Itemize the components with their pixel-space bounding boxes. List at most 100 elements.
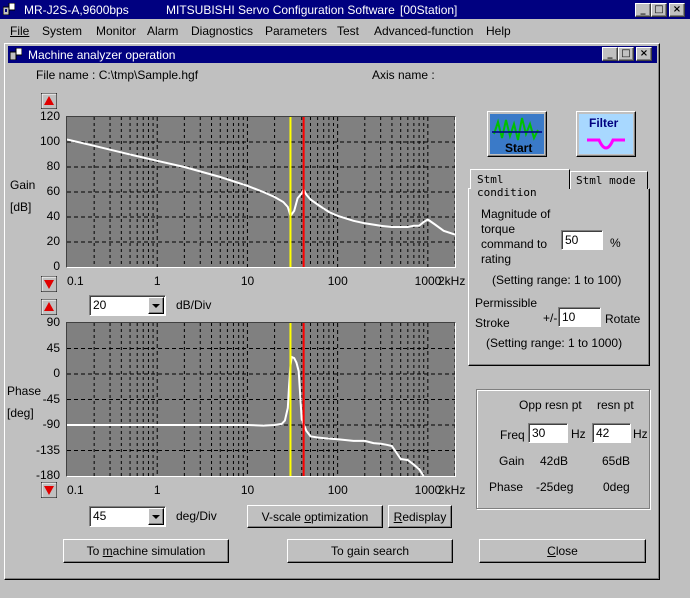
close-icon: × <box>672 4 682 15</box>
main-title-bar[interactable]: MR-J2S-A,9600bps MITSUBISHI Servo Config… <box>0 0 690 19</box>
magnitude-unit: % <box>610 236 621 250</box>
menu-help[interactable]: Help <box>486 24 511 38</box>
menu-monitor[interactable]: Monitor <box>96 24 136 38</box>
x-tick-label: 1 <box>153 274 161 288</box>
data-curve <box>67 355 425 476</box>
phase-chart-svg <box>67 323 455 476</box>
y-tick-label: -45 <box>42 391 60 406</box>
tab-stml-condition[interactable]: Stml condition <box>470 169 570 199</box>
opp-resn-freq-input[interactable]: 30 <box>528 423 568 443</box>
gain-plot[interactable] <box>66 116 456 268</box>
opp-resn-phase: -25deg <box>536 480 574 494</box>
child-close-button[interactable]: × <box>636 47 652 61</box>
x-tick-label: 10 <box>240 274 255 288</box>
title-connection: MR-J2S-A,9600bps <box>24 3 129 17</box>
y-tick-label: 45 <box>46 340 60 355</box>
menu-advanced-function[interactable]: Advanced-function <box>374 24 473 38</box>
y-tick-label: 20 <box>46 234 60 248</box>
menu-bar: File System Monitor Alarm Diagnostics Pa… <box>0 20 690 40</box>
to-gain-search-button[interactable]: To gain search <box>287 539 453 563</box>
resn-phase: 0deg <box>603 480 630 494</box>
minimize-icon: _ <box>640 4 646 15</box>
x-axis-unit: 2kHz <box>438 483 466 497</box>
phase-scale-down-button[interactable] <box>41 482 57 498</box>
child-window-icon <box>10 48 22 60</box>
resn-gain: 65dB <box>602 454 631 468</box>
y-tick-label: 90 <box>46 315 60 329</box>
chevron-down-icon <box>152 515 160 519</box>
child-minimize-button[interactable]: _ <box>602 47 618 61</box>
start-button[interactable]: Start <box>487 111 547 157</box>
resn-freq-input[interactable]: 42 <box>592 423 631 443</box>
y-tick-label: 100 <box>39 134 60 148</box>
magnitude-range: (Setting range: 1 to 100) <box>492 273 622 287</box>
chevron-down-icon <box>152 304 160 308</box>
gain-scale-unit: dB/Div <box>176 298 212 312</box>
menu-file[interactable]: File <box>10 24 29 38</box>
x-tick-label: 0.1 <box>67 483 84 497</box>
stroke-plus-minus: +/- <box>543 311 558 325</box>
y-tick-label: -180 <box>35 468 60 482</box>
redisplay-button[interactable]: Redisplay <box>388 505 452 528</box>
v-scale-optimization-button[interactable]: V-scale optimization <box>247 505 383 528</box>
start-label: Start <box>505 141 533 155</box>
phase-scale-up-button[interactable] <box>41 299 57 315</box>
magnitude-label-4: rating <box>481 252 512 266</box>
x-tick-label: 10 <box>240 483 255 497</box>
phase-plot[interactable] <box>66 322 456 477</box>
stroke-label-2: Stroke <box>475 316 510 330</box>
y-tick-label: 60 <box>46 184 60 198</box>
resn-freq-unit: Hz <box>633 427 648 441</box>
phase-scale-unit: deg/Div <box>176 509 217 523</box>
x-tick-label: 1 <box>153 483 161 497</box>
minimize-button[interactable]: _ <box>635 3 651 17</box>
magnitude-input[interactable]: 50 <box>561 230 603 250</box>
y-tick-label: 120 <box>39 109 60 123</box>
y-tick-label: 40 <box>46 209 60 223</box>
opp-resn-gain: 42dB <box>540 454 569 468</box>
stroke-range: (Setting range: 1 to 1000) <box>486 336 623 350</box>
stroke-label-1: Permissible <box>475 296 538 310</box>
x-tick-label: 100 <box>327 274 348 288</box>
menu-test[interactable]: Test <box>337 24 359 38</box>
magnitude-label-3: command to <box>481 237 548 251</box>
y-tick-label: -135 <box>35 442 60 457</box>
child-title-bar[interactable]: Machine analyzer operation _ □ × <box>8 46 657 63</box>
magnitude-label-1: Magnitude of <box>481 207 551 221</box>
data-curve <box>67 138 455 236</box>
phase-scale-value: 45 <box>93 509 107 523</box>
stroke-input[interactable]: 10 <box>558 307 601 327</box>
phase-scale-dropdown-button[interactable] <box>148 508 164 525</box>
x-tick-label: 0.1 <box>67 274 84 288</box>
menu-alarm[interactable]: Alarm <box>147 24 178 38</box>
title-station: [00Station] <box>400 3 458 17</box>
menu-parameters[interactable]: Parameters <box>265 24 327 38</box>
stroke-unit: Rotate <box>605 312 641 326</box>
close-icon: × <box>639 48 649 59</box>
close-window-button[interactable]: × <box>669 3 685 17</box>
phase-row-label: Phase <box>489 480 524 494</box>
tab-stml-mode[interactable]: Stml mode <box>570 171 648 189</box>
to-machine-simulation-button[interactable]: To machine simulation <box>63 539 229 563</box>
y-tick-label: 0 <box>53 259 60 273</box>
gain-scale-down-button[interactable] <box>41 276 57 292</box>
menu-system[interactable]: System <box>42 24 82 38</box>
phase-scale-select[interactable]: 45 <box>89 506 166 527</box>
maximize-button[interactable]: □ <box>651 3 667 17</box>
maximize-icon: □ <box>621 48 631 59</box>
gain-scale-up-button[interactable] <box>41 93 57 109</box>
x-axis-unit: 2kHz <box>438 274 466 288</box>
menu-diagnostics[interactable]: Diagnostics <box>191 24 253 38</box>
filter-button[interactable]: Filter <box>576 111 636 157</box>
maximize-icon: □ <box>654 4 664 15</box>
gain-scale-dropdown-button[interactable] <box>148 297 164 314</box>
close-button[interactable]: Close <box>479 539 646 563</box>
child-maximize-button[interactable]: □ <box>618 47 634 61</box>
gain-scale-select[interactable]: 20 <box>89 295 166 316</box>
tab-stml-condition-label: Stml condition <box>477 173 537 199</box>
axis-name-label: Axis name : <box>372 68 435 82</box>
freq-label: Freq <box>500 428 525 442</box>
y-tick-label: 0 <box>53 366 60 380</box>
gain-row-label: Gain <box>499 454 525 468</box>
file-name-label: File name : C:\tmp\Sample.hgf <box>36 68 199 82</box>
